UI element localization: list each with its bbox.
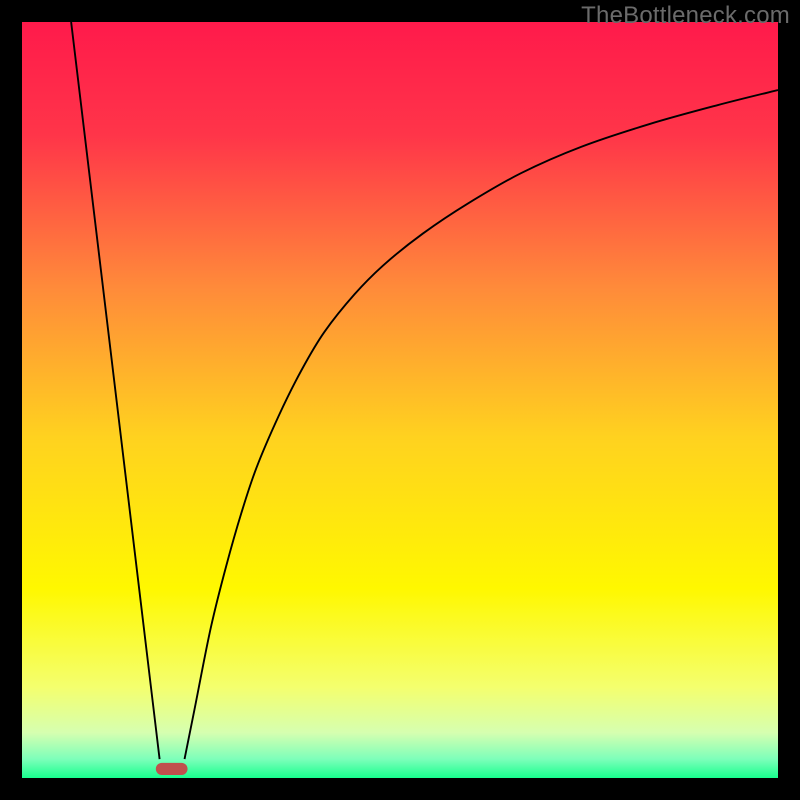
chart-plot <box>22 22 778 778</box>
chart-frame: TheBottleneck.com <box>0 0 800 800</box>
watermark-text: TheBottleneck.com <box>581 2 790 30</box>
minimum-marker <box>156 763 188 775</box>
plot-background <box>22 22 778 778</box>
